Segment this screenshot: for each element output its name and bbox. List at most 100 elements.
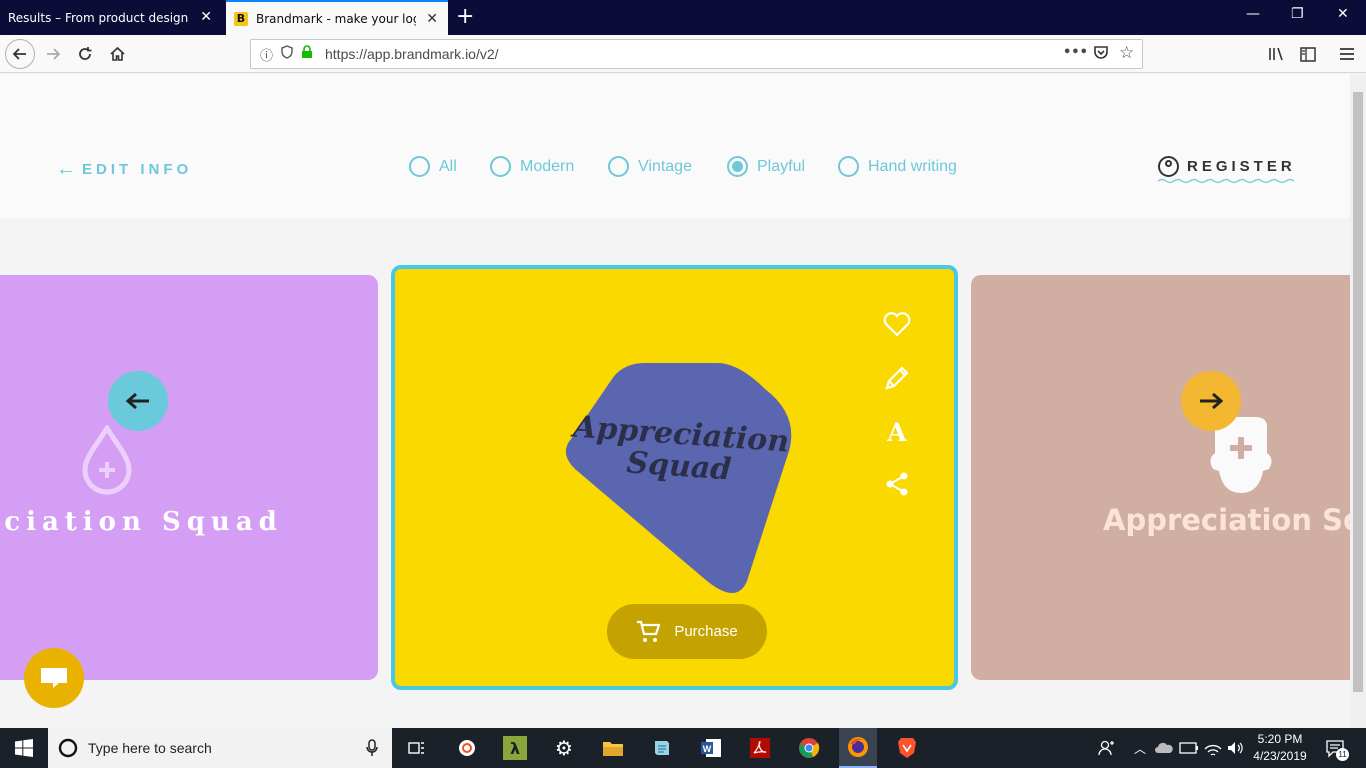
wifi-icon[interactable]: [1201, 736, 1225, 760]
scroll-thumb[interactable]: [1353, 92, 1363, 692]
radio-playful[interactable]: [727, 156, 748, 177]
font-icon[interactable]: A: [882, 417, 912, 447]
url-text[interactable]: https://app.brandmark.io/v2/: [325, 46, 499, 62]
edit-info-label: EDIT INFO: [82, 161, 193, 178]
microphone-icon[interactable]: [366, 739, 378, 757]
wavy-underline: [1158, 178, 1294, 184]
style-option-modern[interactable]: Modern: [490, 156, 574, 177]
library-icon[interactable]: [1262, 40, 1292, 68]
svg-text:W: W: [703, 744, 712, 754]
menu-hamburger-icon[interactable]: [1332, 40, 1362, 68]
browser-navbar: ⓘ https://app.brandmark.io/v2/ ••• ☆: [0, 35, 1366, 73]
chat-button[interactable]: [24, 648, 84, 708]
chat-bubble-icon: [41, 668, 67, 688]
chrome-icon[interactable]: [797, 736, 821, 760]
minimize-icon[interactable]: —: [1246, 6, 1260, 22]
search-placeholder: Type here to search: [88, 740, 212, 756]
radio-all[interactable]: [409, 156, 430, 177]
edit-pencil-icon[interactable]: [882, 363, 912, 393]
tab-results[interactable]: Results – From product design to d ✕: [0, 0, 222, 35]
restore-icon[interactable]: ❐: [1291, 6, 1304, 22]
favorite-heart-icon[interactable]: [882, 309, 912, 339]
sidebar-icon[interactable]: [1293, 40, 1323, 68]
notification-badge: 11: [1336, 748, 1349, 761]
style-option-playful[interactable]: Playful: [727, 156, 805, 177]
acrobat-icon[interactable]: [748, 736, 772, 760]
share-icon[interactable]: [882, 469, 912, 499]
page-actions-icon[interactable]: •••: [1063, 45, 1088, 60]
logo-card-previous[interactable]: reciation Squad: [0, 275, 378, 680]
windows-taskbar: Type here to search λ ⚙ W ︿ 5:20 PM 4/23…: [0, 728, 1366, 768]
radio-hand-writing[interactable]: [838, 156, 859, 177]
forward-button[interactable]: [38, 40, 68, 68]
user-icon: [1158, 156, 1179, 177]
site-header: ← EDIT INFO All Modern Vintage Playful H…: [0, 74, 1350, 218]
radio-modern[interactable]: [490, 156, 511, 177]
home-icon: [109, 46, 125, 61]
home-button[interactable]: [102, 40, 132, 68]
onedrive-cloud-icon[interactable]: [1152, 736, 1176, 760]
style-option-label: Playful: [757, 157, 806, 175]
logo-text: Appreciation Squa: [1103, 503, 1350, 537]
style-option-hand-writing[interactable]: Hand writing: [838, 156, 957, 177]
people-icon[interactable]: [1094, 736, 1118, 760]
tracking-shield-icon[interactable]: [281, 45, 293, 63]
logo-card-current[interactable]: Appreciation Squad A Purchase: [391, 265, 958, 690]
pocket-icon[interactable]: [1093, 45, 1109, 64]
lambda-app-icon[interactable]: λ: [503, 736, 527, 760]
brandmark-page: ← EDIT INFO All Modern Vintage Playful H…: [0, 74, 1350, 728]
settings-gear-icon[interactable]: ⚙: [552, 736, 576, 760]
volume-icon[interactable]: [1223, 736, 1247, 760]
radio-vintage[interactable]: [608, 156, 629, 177]
style-option-vintage[interactable]: Vintage: [608, 156, 692, 177]
battery-icon[interactable]: [1177, 736, 1201, 760]
back-arrow-icon: [12, 48, 26, 60]
brave-icon[interactable]: [895, 736, 919, 760]
close-tab-icon[interactable]: ✕: [426, 11, 438, 27]
style-option-label: All: [439, 157, 457, 175]
edit-info-link[interactable]: ← EDIT INFO: [56, 158, 192, 181]
reload-button[interactable]: [70, 40, 100, 68]
info-icon[interactable]: ⓘ: [260, 45, 273, 64]
browser-titlebar: Results – From product design to d ✕ B B…: [0, 0, 1366, 35]
bookmark-star-icon[interactable]: ☆: [1119, 43, 1134, 63]
forward-arrow-icon: [47, 48, 61, 60]
word-icon[interactable]: W: [699, 736, 723, 760]
secure-lock-icon[interactable]: [301, 45, 313, 63]
ubuntu-icon[interactable]: [455, 736, 479, 760]
url-bar[interactable]: ⓘ https://app.brandmark.io/v2/ ••• ☆: [250, 39, 1143, 69]
back-button[interactable]: [5, 39, 35, 69]
close-window-icon[interactable]: ✕: [1337, 6, 1349, 22]
show-hidden-icons-icon[interactable]: ︿: [1128, 736, 1152, 760]
action-center-icon[interactable]: 11: [1323, 736, 1349, 761]
tab-brandmark[interactable]: B Brandmark - make your logo in ✕: [226, 0, 448, 35]
reload-icon: [79, 47, 92, 60]
notes-app-icon[interactable]: [650, 736, 674, 760]
firefox-taskbar-button[interactable]: [839, 728, 877, 768]
style-option-label: Modern: [520, 157, 575, 175]
logo-card-next[interactable]: Appreciation Squa: [971, 275, 1350, 680]
previous-logo-button[interactable]: [108, 371, 168, 431]
page-scrollbar[interactable]: [1350, 74, 1366, 728]
task-view-icon[interactable]: [405, 736, 429, 760]
purchase-button[interactable]: Purchase: [607, 604, 767, 659]
start-button[interactable]: [0, 728, 48, 768]
firefox-icon: [848, 737, 868, 757]
arrow-left-icon: [125, 392, 149, 410]
taskbar-search[interactable]: Type here to search: [48, 728, 392, 768]
droplet-plus-icon: [82, 425, 132, 495]
arrow-left-icon: ←: [56, 158, 76, 180]
new-tab-button[interactable]: +: [456, 4, 474, 29]
brandmark-favicon-icon: B: [234, 11, 248, 26]
purchase-label: Purchase: [674, 623, 738, 640]
cart-icon: [637, 620, 661, 642]
windows-logo-icon: [15, 739, 33, 757]
tab-title: Brandmark - make your logo in: [256, 11, 416, 26]
file-explorer-icon[interactable]: [601, 736, 625, 760]
cortana-icon: [58, 738, 78, 758]
register-link[interactable]: REGISTER: [1158, 156, 1296, 177]
taskbar-clock[interactable]: 5:20 PM 4/23/2019: [1248, 731, 1312, 765]
close-tab-icon[interactable]: ✕: [200, 9, 212, 25]
style-option-all[interactable]: All: [409, 156, 457, 177]
next-logo-button[interactable]: [1181, 371, 1241, 431]
